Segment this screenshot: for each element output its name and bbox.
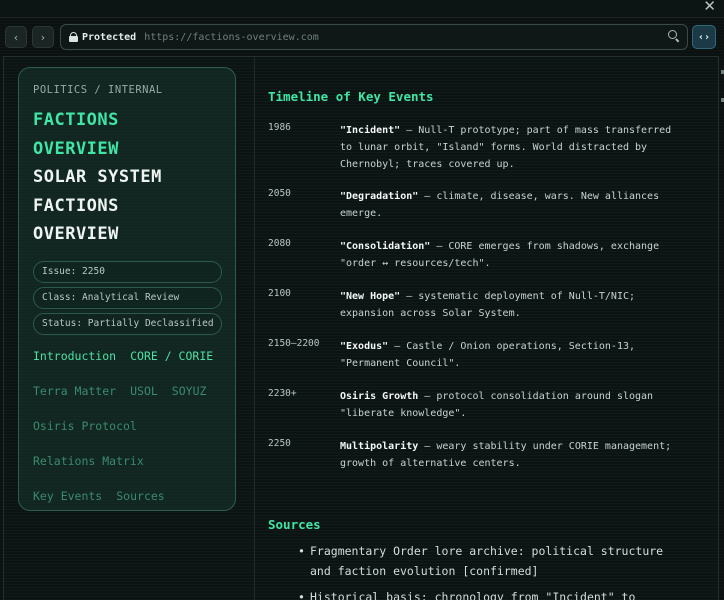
nav-row: Osiris Protocol bbox=[33, 409, 221, 444]
status-badge: Status: Partially Declassified bbox=[33, 312, 222, 335]
nav-link-usol[interactable]: USOL bbox=[130, 384, 158, 398]
nav-link-key-events[interactable]: Key Events bbox=[33, 489, 102, 503]
search-icon[interactable] bbox=[668, 30, 679, 41]
event-description: "New Hope" – systematic deployment of Nu… bbox=[340, 288, 688, 322]
meta-pills: Issue: 2250 Class: Analytical Review Sta… bbox=[33, 260, 222, 335]
sidebar-panel: POLITICS / INTERNAL FACTIONS OVERVIEW SO… bbox=[18, 67, 236, 511]
nav-link-sources[interactable]: Sources bbox=[116, 489, 164, 503]
event-name: Multipolarity bbox=[340, 441, 419, 452]
event-name: "Degradation" bbox=[340, 191, 419, 202]
nav-link-osiris-protocol[interactable]: Osiris Protocol bbox=[33, 419, 137, 433]
event-year: 2230+ bbox=[268, 388, 297, 399]
nav-row: Key Events Sources bbox=[33, 479, 221, 514]
nav-link-core-corie[interactable]: CORE / CORIE bbox=[130, 349, 213, 363]
breadcrumb: POLITICS / INTERNAL bbox=[33, 84, 163, 96]
title-line: OVERVIEW bbox=[33, 224, 119, 244]
nav-row: Relations Matrix bbox=[33, 444, 221, 479]
nav-row: Terra Matter USOL SOYUZ bbox=[33, 374, 221, 409]
event-description: "Consolidation" – CORE emerges from shad… bbox=[340, 238, 688, 272]
event-year: 2250 bbox=[268, 438, 291, 449]
title-line: FACTIONS bbox=[33, 110, 119, 130]
code-view-button[interactable]: ‹› bbox=[692, 25, 716, 49]
address-bar[interactable]: Protected https://factions-overview.com bbox=[60, 24, 688, 50]
event-year: 1986 bbox=[268, 122, 291, 133]
class-badge: Class: Analytical Review bbox=[33, 286, 222, 309]
event-name: Osiris Growth bbox=[340, 391, 419, 402]
event-name: "Consolidation" bbox=[340, 241, 431, 252]
nav-row: Introduction CORE / CORIE bbox=[33, 339, 221, 374]
column-divider bbox=[254, 57, 255, 600]
sources-heading: Sources bbox=[268, 517, 321, 532]
security-label: Protected bbox=[82, 31, 137, 43]
back-button[interactable]: ‹ bbox=[5, 26, 27, 48]
url-text[interactable]: https://factions-overview.com bbox=[144, 32, 319, 43]
nav-link-introduction[interactable]: Introduction bbox=[33, 349, 116, 363]
close-icon[interactable]: ✕ bbox=[703, 0, 716, 15]
event-description: "Incident" – Null-T prototype; part of m… bbox=[340, 122, 688, 173]
event-description: "Degradation" – climate, disease, wars. … bbox=[340, 188, 688, 222]
event-name: "New Hope" bbox=[340, 291, 401, 302]
page-viewport: POLITICS / INTERNAL FACTIONS OVERVIEW SO… bbox=[3, 56, 719, 600]
lock-icon bbox=[69, 32, 78, 42]
window-titlebar: ✕ bbox=[0, 0, 724, 18]
title-line: OVERVIEW bbox=[33, 138, 119, 159]
sources-list: Fragmentary Order lore archive: politica… bbox=[298, 541, 688, 600]
forward-button[interactable]: › bbox=[32, 26, 54, 48]
timeline-heading: Timeline of Key Events bbox=[268, 89, 434, 104]
nav-link-relations-matrix[interactable]: Relations Matrix bbox=[33, 454, 144, 468]
nav-link-soyuz[interactable]: SOYUZ bbox=[172, 384, 207, 398]
event-year: 2050 bbox=[268, 188, 291, 199]
event-year: 2080 bbox=[268, 238, 291, 249]
nav-link-terra-matter[interactable]: Terra Matter bbox=[33, 384, 116, 398]
issue-badge: Issue: 2250 bbox=[33, 260, 222, 283]
event-year: 2100 bbox=[268, 288, 291, 299]
event-description: "Exodus" – Castle / Onion operations, Se… bbox=[340, 338, 688, 372]
event-description: Osiris Growth – protocol consolidation a… bbox=[340, 388, 688, 422]
event-description: Multipolarity – weary stability under CO… bbox=[340, 438, 688, 472]
source-item: Historical basis: chronology from "Incid… bbox=[298, 587, 688, 600]
source-item: Fragmentary Order lore archive: politica… bbox=[298, 541, 688, 581]
event-name: "Exodus" bbox=[340, 341, 389, 352]
title-line: FACTIONS bbox=[33, 195, 119, 216]
event-year: 2150–2200 bbox=[268, 338, 320, 349]
event-name: "Incident" bbox=[340, 125, 401, 136]
title-line: SOLAR SYSTEM bbox=[33, 167, 162, 187]
